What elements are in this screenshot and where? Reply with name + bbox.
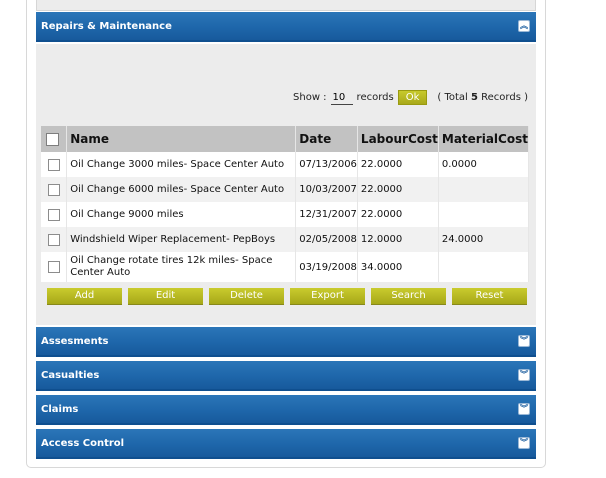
- cell-labour: 34.0000: [357, 252, 439, 282]
- repairs-table: Name Date LabourCost MaterialCost Oil Ch…: [41, 126, 530, 282]
- column-header-date[interactable]: Date: [295, 126, 358, 152]
- cell-date: 03/19/2008: [295, 252, 358, 282]
- select-all-checkbox[interactable]: [46, 133, 59, 146]
- cell-labour: 22.0000: [357, 152, 439, 177]
- cell-date: 07/13/2006: [295, 152, 358, 177]
- add-button[interactable]: Add: [47, 288, 122, 305]
- cell-name: Windshield Wiper Replacement- PepBoys: [66, 227, 297, 252]
- cell-material: [438, 252, 530, 282]
- collapse-up-icon[interactable]: ︽: [518, 20, 530, 32]
- records-label: records: [356, 92, 394, 103]
- cell-material: [438, 202, 530, 227]
- cell-labour: 22.0000: [357, 202, 439, 227]
- table-row[interactable]: Windshield Wiper Replacement- PepBoys 02…: [41, 227, 530, 252]
- export-button[interactable]: Export: [290, 288, 365, 305]
- edit-button[interactable]: Edit: [128, 288, 203, 305]
- cell-date: 02/05/2008: [295, 227, 358, 252]
- expand-down-icon[interactable]: ︾: [518, 403, 530, 415]
- cell-date: 10/03/2007: [295, 177, 358, 202]
- reset-button[interactable]: Reset: [452, 288, 527, 305]
- panel-title-repairs: Repairs & Maintenance: [41, 21, 172, 32]
- column-header-materialcost[interactable]: MaterialCost: [438, 126, 530, 152]
- cell-labour: 22.0000: [357, 177, 439, 202]
- panel-title-assesments: Assesments: [41, 336, 109, 347]
- expand-down-icon[interactable]: ︾: [518, 437, 530, 449]
- table-row[interactable]: Oil Change 9000 miles 12/31/2007 22.0000: [41, 202, 530, 227]
- row-checkbox[interactable]: [48, 183, 60, 196]
- cell-material: [438, 177, 530, 202]
- ok-button[interactable]: Ok: [397, 90, 428, 105]
- action-buttons: Add Edit Delete Export Search Reset: [47, 288, 527, 305]
- show-label: Show :: [293, 92, 327, 103]
- cell-material: 0.0000: [438, 152, 530, 177]
- cell-name: Oil Change 3000 miles- Space Center Auto: [66, 152, 297, 177]
- panel-header-casualties[interactable]: Casualties ︾: [36, 361, 536, 391]
- panel-title-claims: Claims: [41, 404, 79, 415]
- expand-down-icon[interactable]: ︾: [518, 369, 530, 381]
- cell-date: 12/31/2007: [295, 202, 358, 227]
- column-header-labourcost[interactable]: LabourCost: [357, 126, 439, 152]
- cell-labour: 12.0000: [357, 227, 439, 252]
- column-header-name[interactable]: Name: [66, 126, 297, 152]
- panel-title-casualties: Casualties: [41, 370, 100, 381]
- paging-controls: Show : records Ok ( Total 5 Records ): [293, 90, 528, 105]
- records-per-page-input[interactable]: [330, 90, 353, 105]
- panel-header-repairs[interactable]: Repairs & Maintenance ︽: [36, 12, 536, 42]
- row-checkbox[interactable]: [48, 208, 60, 221]
- cell-name: Oil Change 9000 miles: [66, 202, 297, 227]
- expand-down-icon[interactable]: ︾: [518, 335, 530, 347]
- cell-material: 24.0000: [438, 227, 530, 252]
- table-header-row: Name Date LabourCost MaterialCost: [41, 126, 530, 152]
- table-row[interactable]: Oil Change 3000 miles- Space Center Auto…: [41, 152, 530, 177]
- previous-panel-bottom: [36, 0, 536, 11]
- select-all-cell: [41, 126, 68, 152]
- table-row[interactable]: Oil Change rotate tires 12k miles- Space…: [41, 252, 530, 282]
- cell-name: Oil Change rotate tires 12k miles- Space…: [66, 252, 297, 282]
- delete-button[interactable]: Delete: [209, 288, 284, 305]
- table-row[interactable]: Oil Change 6000 miles- Space Center Auto…: [41, 177, 530, 202]
- row-checkbox[interactable]: [48, 261, 60, 273]
- panel-header-access-control[interactable]: Access Control ︾: [36, 429, 536, 459]
- panel-title-access-control: Access Control: [41, 438, 125, 449]
- cell-name: Oil Change 6000 miles- Space Center Auto: [66, 177, 297, 202]
- panel-header-claims[interactable]: Claims ︾: [36, 395, 536, 425]
- panel-header-assesments[interactable]: Assesments ︾: [36, 327, 536, 357]
- total-records: ( Total 5 Records ): [437, 92, 528, 103]
- row-checkbox[interactable]: [48, 158, 60, 171]
- search-button[interactable]: Search: [371, 288, 446, 305]
- panel-body-repairs: Show : records Ok ( Total 5 Records ) Na…: [36, 44, 536, 325]
- row-checkbox[interactable]: [48, 233, 60, 246]
